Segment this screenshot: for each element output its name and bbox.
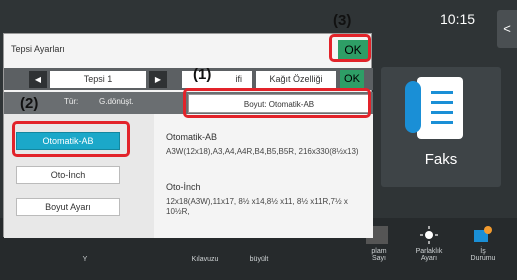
bottom-item-job-status[interactable]: İş Durumu bbox=[458, 248, 508, 262]
side-panel-arrow-icon[interactable]: < bbox=[497, 10, 517, 48]
clock: 10:15 bbox=[440, 11, 476, 27]
size-description-panel: Otomatik-AB A3W(12x18),A3,A4,A4R,B4,B5,B… bbox=[154, 114, 373, 238]
bottom-item-y[interactable]: Y bbox=[60, 256, 110, 263]
highlight-size-button bbox=[183, 88, 371, 118]
annotation-3: (3) bbox=[333, 12, 352, 29]
option-auto-inch[interactable]: Oto-İnch bbox=[16, 166, 120, 184]
tray-label: Tepsi 1 bbox=[50, 71, 146, 88]
auto-ab-sizes: A3W(12x18),A3,A4,A4R,B4,B5,B5R, 216x330(… bbox=[166, 147, 359, 156]
auto-ab-title: Otomatik-AB bbox=[166, 132, 218, 142]
dialog-title: Tepsi Ayarları bbox=[11, 44, 65, 54]
auto-inch-sizes: 12x18(A3W),11x17, 8½ x14,8½ x11, 8½ x11R… bbox=[166, 197, 348, 216]
screen: 10:15 < Faks Y Kılavuzu büyült plam Sayı… bbox=[0, 0, 517, 280]
bottom-item-counter[interactable]: plam Sayı bbox=[354, 248, 404, 262]
tray-tab-row: ◀ Tepsi 1 ▶ ifi Kağıt Özelliği OK bbox=[4, 68, 373, 90]
annotation-1: (1) bbox=[193, 66, 212, 83]
auto-inch-title: Oto-İnch bbox=[166, 182, 201, 192]
fax-tile[interactable]: Faks bbox=[381, 67, 501, 187]
option-size-setting[interactable]: Boyut Ayarı bbox=[16, 198, 120, 216]
type-label: Tür: bbox=[64, 97, 79, 106]
fax-icon bbox=[405, 77, 463, 139]
type-value: G.dönüşt. bbox=[99, 97, 134, 106]
job-status-icon bbox=[472, 226, 494, 244]
fax-label: Faks bbox=[424, 151, 458, 168]
bottom-item-guide[interactable]: Kılavuzu bbox=[180, 256, 230, 263]
ok-small-button[interactable]: OK bbox=[340, 70, 364, 88]
bottom-item-brightness[interactable]: Parlaklık Ayarı bbox=[404, 248, 454, 262]
tray-prev-button[interactable]: ◀ bbox=[29, 71, 47, 88]
bottom-item-zoom[interactable]: büyült bbox=[234, 256, 284, 263]
highlight-ok-button bbox=[329, 34, 371, 62]
brightness-icon bbox=[418, 226, 440, 244]
tray-next-button[interactable]: ▶ bbox=[149, 71, 167, 88]
highlight-auto-ab-option bbox=[12, 121, 130, 157]
annotation-2: (2) bbox=[20, 95, 39, 112]
paper-property-tab[interactable]: Kağıt Özelliği bbox=[256, 71, 336, 88]
